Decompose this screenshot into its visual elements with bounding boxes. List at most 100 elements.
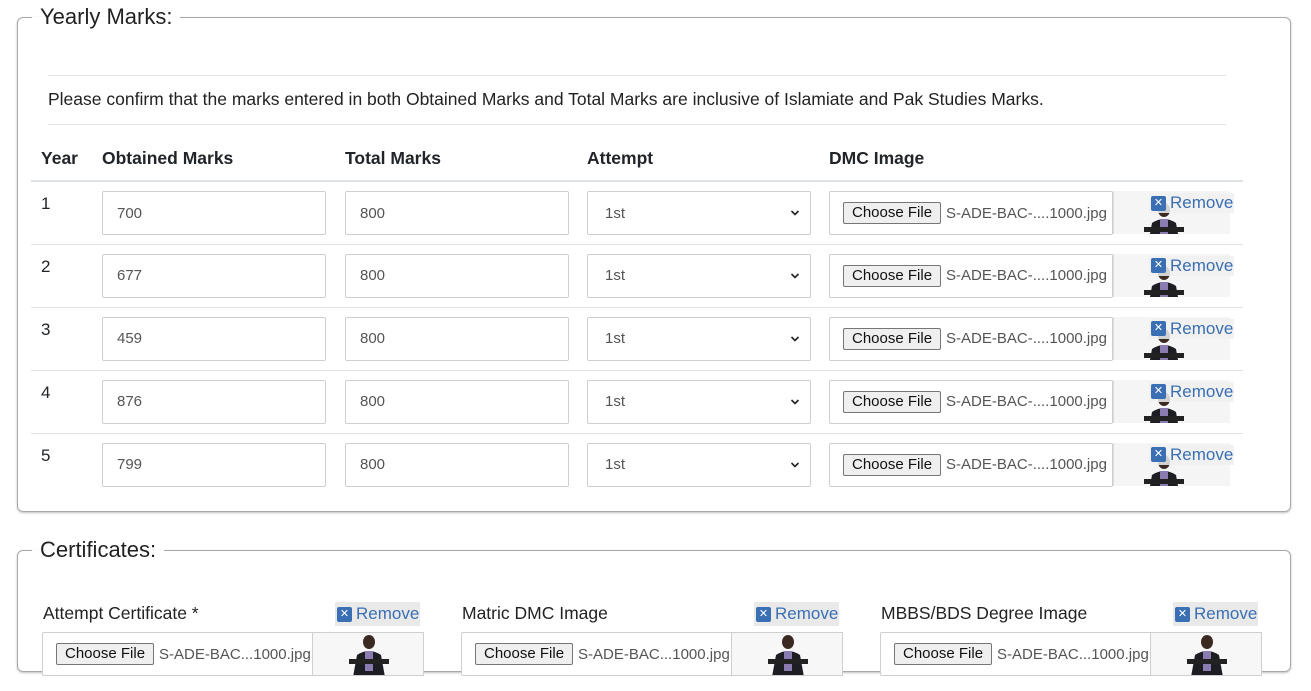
- certificate-thumbnail: [1150, 632, 1262, 676]
- close-square-icon: ✕: [1151, 258, 1166, 273]
- chevron-down-icon: [790, 334, 800, 344]
- attempt-select[interactable]: 1st: [587, 253, 811, 298]
- remove-dmc-button[interactable]: ✕ Remove: [1149, 381, 1235, 402]
- year-number: 5: [41, 445, 51, 465]
- certificate-label: Attempt Certificate *: [43, 603, 199, 623]
- obtained-cell: [92, 307, 335, 371]
- file-name: S-ADE-BAC...1000.jpg: [578, 645, 730, 663]
- year-number: 4: [41, 382, 51, 402]
- remove-dmc-button[interactable]: ✕ Remove: [1149, 255, 1235, 276]
- obtained-cell: [92, 433, 335, 496]
- choose-file-button[interactable]: Choose File: [843, 453, 942, 476]
- total-marks-input[interactable]: [345, 316, 569, 361]
- choose-file-button[interactable]: Choose File: [56, 643, 155, 665]
- certificate-file-input[interactable]: Choose File S-ADE-BAC...1000.jpg: [461, 632, 731, 676]
- table-row: 3 1st Choose File S-ADE-BAC-....1000.jpg…: [31, 307, 1243, 371]
- attempt-select[interactable]: 1st: [587, 316, 811, 361]
- year-cell: 4: [31, 370, 92, 434]
- chevron-down-icon: [790, 208, 800, 218]
- remove-label: Remove: [356, 604, 420, 623]
- dmc-cell: Choose File S-ADE-BAC-....1000.jpg ✕ Rem…: [819, 370, 1243, 434]
- file-name: S-ADE-BAC...1000.jpg: [159, 645, 311, 663]
- attempt-select[interactable]: 1st: [587, 191, 811, 235]
- attempt-select-value: 1st: [605, 267, 626, 284]
- remove-dmc-button[interactable]: ✕ Remove: [1149, 318, 1235, 339]
- certificate-item: Matric DMC Image ✕ Remove Choose File S-…: [461, 599, 843, 679]
- total-cell: [335, 370, 577, 434]
- attempt-cell: 1st: [577, 181, 819, 245]
- choose-file-button[interactable]: Choose File: [843, 327, 942, 350]
- obtained-marks-input[interactable]: [102, 442, 326, 487]
- table-row: 2 1st Choose File S-ADE-BAC-....1000.jpg…: [31, 244, 1243, 308]
- attempt-select-value: 1st: [605, 456, 626, 473]
- marks-notice-text: Please confirm that the marks entered in…: [48, 89, 1044, 109]
- choose-file-button[interactable]: Choose File: [843, 264, 942, 287]
- header-year: Year: [31, 136, 92, 182]
- obtained-marks-input[interactable]: [102, 191, 326, 235]
- total-cell: [335, 181, 577, 245]
- obtained-cell: [92, 181, 335, 245]
- table-row: 5 1st Choose File S-ADE-BAC-....1000.jpg…: [31, 433, 1243, 496]
- file-name: S-ADE-BAC-....1000.jpg: [946, 204, 1107, 222]
- obtained-cell: [92, 244, 335, 308]
- remove-certificate-button[interactable]: ✕ Remove: [754, 602, 840, 626]
- remove-dmc-button[interactable]: ✕ Remove: [1149, 193, 1235, 213]
- attempt-cell: 1st: [577, 307, 819, 371]
- total-cell: [335, 307, 577, 371]
- close-square-icon: ✕: [1151, 195, 1166, 211]
- person-thumbnail-image: [758, 633, 818, 675]
- total-marks-input[interactable]: [345, 191, 569, 235]
- year-cell: 2: [31, 244, 92, 308]
- total-marks-input[interactable]: [345, 442, 569, 487]
- total-cell: [335, 433, 577, 496]
- year-cell: 1: [31, 181, 92, 245]
- dmc-file-input[interactable]: Choose File S-ADE-BAC-....1000.jpg: [829, 253, 1113, 298]
- table-header-row: Year Obtained Marks Total Marks Attempt …: [31, 136, 1243, 182]
- yearly-marks-table: Year Obtained Marks Total Marks Attempt …: [31, 136, 1243, 496]
- file-name: S-ADE-BAC...1000.jpg: [997, 645, 1149, 663]
- yearly-marks-section: Yearly Marks: Please confirm that the ma…: [17, 6, 1291, 512]
- yearly-marks-legend: Yearly Marks:: [40, 4, 173, 29]
- attempt-select[interactable]: 1st: [587, 379, 811, 424]
- remove-label: Remove: [1170, 255, 1234, 275]
- attempt-cell: 1st: [577, 433, 819, 496]
- certificate-file-input[interactable]: Choose File S-ADE-BAC...1000.jpg: [880, 632, 1150, 676]
- dmc-file-input[interactable]: Choose File S-ADE-BAC-....1000.jpg: [829, 442, 1113, 487]
- total-marks-input[interactable]: [345, 379, 569, 424]
- choose-file-button[interactable]: Choose File: [894, 643, 993, 665]
- close-square-icon: ✕: [1151, 384, 1166, 399]
- remove-label: Remove: [1194, 604, 1258, 623]
- header-obtained-marks: Obtained Marks: [92, 136, 335, 182]
- total-marks-input[interactable]: [345, 253, 569, 298]
- marks-notice: Please confirm that the marks entered in…: [48, 75, 1226, 125]
- choose-file-button[interactable]: Choose File: [475, 643, 574, 665]
- remove-dmc-button[interactable]: ✕ Remove: [1149, 444, 1235, 465]
- dmc-cell: Choose File S-ADE-BAC-....1000.jpg ✕ Rem…: [819, 433, 1243, 496]
- file-name: S-ADE-BAC-....1000.jpg: [946, 267, 1107, 284]
- choose-file-button[interactable]: Choose File: [843, 202, 942, 224]
- choose-file-button[interactable]: Choose File: [843, 390, 942, 413]
- table-row: 1 1st Choose File S-ADE-BAC-....1000.jpg…: [31, 181, 1243, 245]
- total-cell: [335, 244, 577, 308]
- certificate-item: MBBS/BDS Degree Image ✕ Remove Choose Fi…: [880, 599, 1262, 679]
- attempt-select[interactable]: 1st: [587, 442, 811, 487]
- obtained-marks-input[interactable]: [102, 316, 326, 361]
- certificate-label: Matric DMC Image: [462, 603, 608, 623]
- certificates-legend: Certificates:: [40, 537, 157, 562]
- dmc-file-input[interactable]: Choose File S-ADE-BAC-....1000.jpg: [829, 316, 1113, 361]
- obtained-cell: [92, 370, 335, 434]
- dmc-file-input[interactable]: Choose File S-ADE-BAC-....1000.jpg: [829, 191, 1113, 235]
- remove-certificate-button[interactable]: ✕ Remove: [335, 602, 421, 626]
- header-dmc-image: DMC Image: [819, 136, 1243, 182]
- obtained-marks-input[interactable]: [102, 253, 326, 298]
- certificate-file-input[interactable]: Choose File S-ADE-BAC...1000.jpg: [42, 632, 312, 676]
- dmc-file-input[interactable]: Choose File S-ADE-BAC-....1000.jpg: [829, 379, 1113, 424]
- attempt-select-value: 1st: [605, 330, 626, 347]
- obtained-marks-input[interactable]: [102, 379, 326, 424]
- year-cell: 5: [31, 433, 92, 496]
- remove-certificate-button[interactable]: ✕ Remove: [1173, 602, 1259, 626]
- table-row: 4 1st Choose File S-ADE-BAC-....1000.jpg…: [31, 370, 1243, 434]
- close-square-icon: ✕: [1151, 321, 1166, 336]
- remove-label: Remove: [1170, 318, 1234, 338]
- chevron-down-icon: [790, 397, 800, 407]
